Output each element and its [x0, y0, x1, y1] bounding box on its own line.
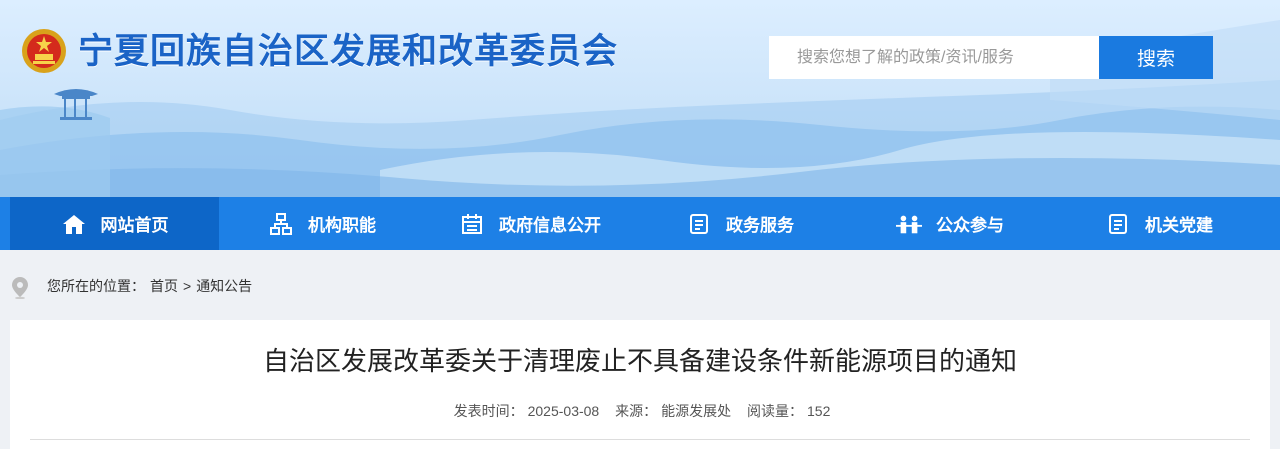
- breadcrumb: 您所在的位置： 首页 > 通知公告: [47, 276, 252, 296]
- source-value: 能源发展处: [661, 403, 732, 419]
- breadcrumb-current-link[interactable]: 通知公告: [196, 276, 252, 296]
- nav-item-label: 政务服务: [726, 216, 794, 235]
- breadcrumb-separator: >: [183, 278, 192, 294]
- org-chart-icon: [268, 211, 294, 237]
- nav-item-info-disclosure[interactable]: 政府信息公开: [459, 197, 601, 250]
- nav-item-label: 网站首页: [100, 216, 169, 235]
- views-label: 阅读量：: [747, 403, 804, 419]
- breadcrumb-prefix: 您所在的位置：: [47, 278, 145, 294]
- site-title[interactable]: 宁夏回族自治区发展和改革委员会: [78, 28, 618, 76]
- people-icon: [896, 211, 922, 237]
- article-title: 自治区发展改革委关于清理废止不具备建设条件新能源项目的通知: [262, 346, 1017, 376]
- main-nav: 网站首页 机构职能 政府信息公开 政务服务 公众参与 机关党建: [0, 197, 1280, 250]
- nav-item-label: 机关党建: [1145, 216, 1213, 235]
- calendar-icon: [459, 211, 485, 237]
- pavilion-icon: [54, 89, 98, 120]
- views-count: 152: [807, 403, 831, 419]
- nav-item-label: 机构职能: [308, 216, 376, 235]
- nav-item-party-building[interactable]: 机关党建: [1105, 197, 1213, 250]
- document-icon: [1105, 211, 1131, 237]
- search-input[interactable]: [769, 36, 1099, 79]
- search-button[interactable]: 搜索: [1099, 36, 1213, 79]
- header-banner: 宁夏回族自治区发展和改革委员会 搜索: [0, 0, 1280, 197]
- divider: [30, 439, 1250, 440]
- home-icon: [61, 211, 87, 237]
- document-icon: [686, 211, 712, 237]
- breadcrumb-home-link[interactable]: 首页: [150, 276, 178, 296]
- nav-item-home[interactable]: 网站首页: [10, 197, 219, 250]
- nav-item-label: 政府信息公开: [499, 216, 601, 235]
- publish-date: 2025-03-08: [527, 403, 600, 419]
- article-card: [10, 320, 1270, 449]
- article-meta: 发表时间： 2025-03-08 来源： 能源发展处 阅读量： 152: [0, 401, 1280, 421]
- nav-item-public-participation[interactable]: 公众参与: [896, 197, 1004, 250]
- nav-item-org[interactable]: 机构职能: [268, 197, 376, 250]
- location-pin-icon: [12, 277, 28, 299]
- nav-item-label: 公众参与: [936, 216, 1004, 235]
- source-label: 来源：: [615, 403, 658, 419]
- national-emblem-icon: [22, 29, 66, 73]
- publish-label: 发表时间：: [453, 403, 524, 419]
- nav-item-gov-services[interactable]: 政务服务: [686, 197, 794, 250]
